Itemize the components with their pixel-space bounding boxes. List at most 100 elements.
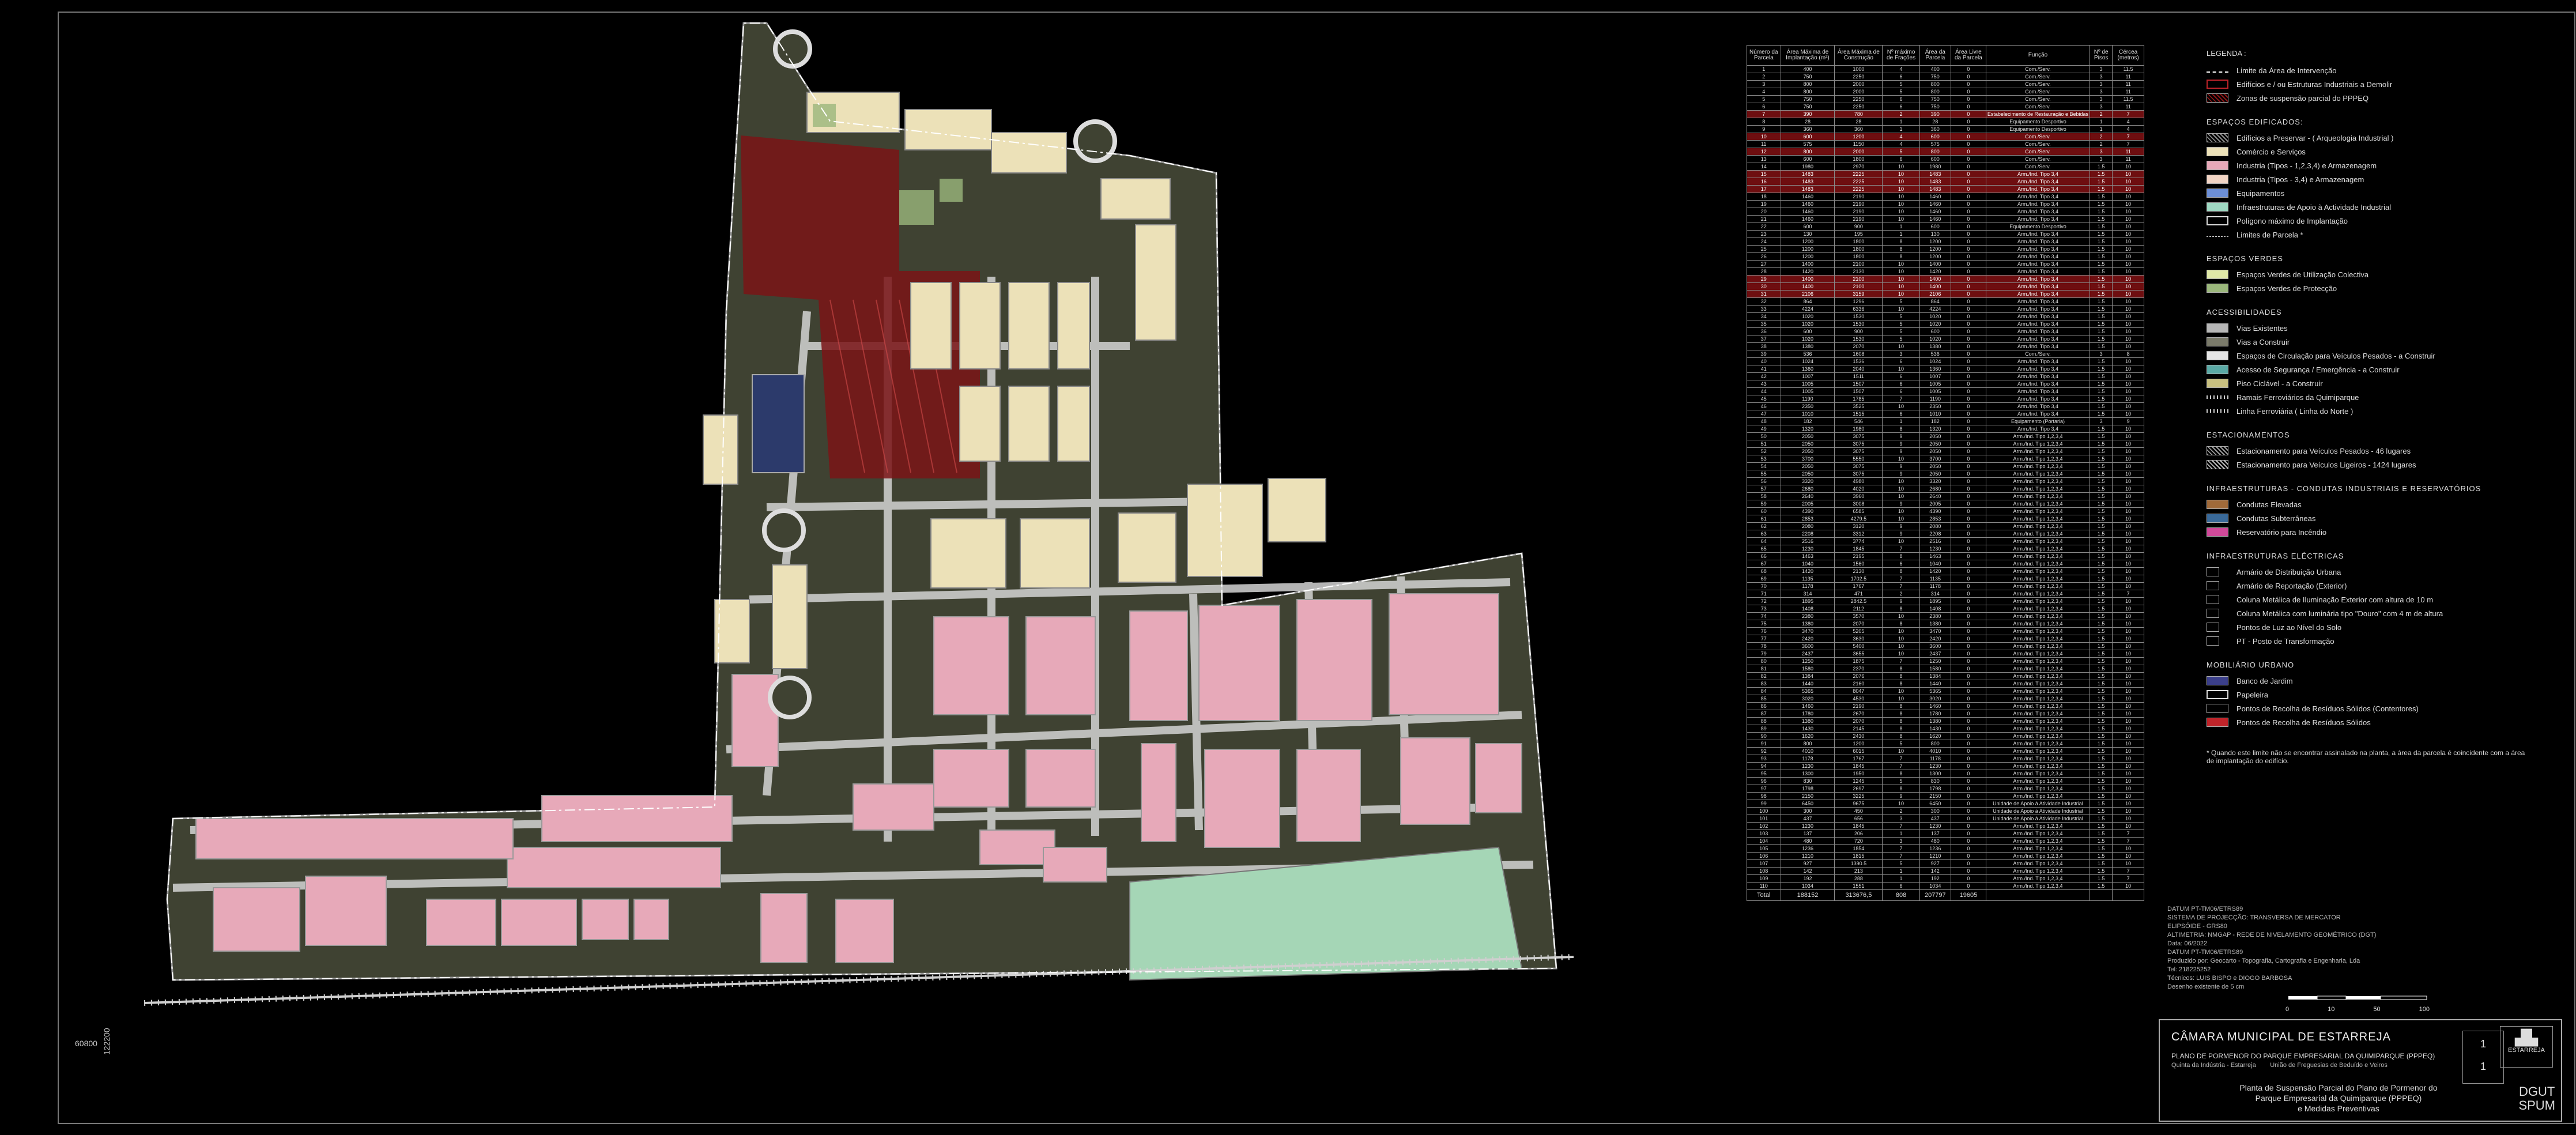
table-cell: 1400 xyxy=(1780,275,1835,283)
legend-item: Comércio e Serviços xyxy=(2207,145,2529,159)
table-cell: 1400 xyxy=(1919,260,1951,268)
table-cell: 1020 xyxy=(1919,312,1951,320)
table-cell: 98 xyxy=(1747,792,1781,800)
table-row: 17 1483 2225 10 1483 0 Arm./Ind. Tipo 3,4 1.5 10 xyxy=(1747,185,2144,193)
table-row: 63 2208 3312 9 2208 0 Arm./Ind. Tipo 1,2,3,4 1.… xyxy=(1747,530,2144,538)
table-cell: 1.5 xyxy=(2090,170,2113,178)
table-cell: 600 xyxy=(1919,327,1951,335)
table-cell: 3075 xyxy=(1834,447,1883,455)
table-cell: 60 xyxy=(1747,507,1781,515)
table-cell: 800 xyxy=(1780,80,1835,88)
table-cell: 21 xyxy=(1747,215,1781,223)
table-cell: Arm./Ind. Tipo 1,2,3,4 xyxy=(1985,537,2091,545)
table-cell: Arm./Ind. Tipo 1,2,3,4 xyxy=(1985,695,2091,703)
table-cell: 8 xyxy=(1882,672,1920,680)
table-cell: 3075 xyxy=(1834,462,1883,470)
table-row: 89 1430 2145 8 1430 0 Arm./Ind. Tipo 1,2,3,4 1.… xyxy=(1747,725,2144,733)
table-cell: 0 xyxy=(1950,485,1986,493)
table-row: 94 1230 1845 7 1230 0 Arm./Ind. Tipo 1,2,3,4 1.… xyxy=(1747,762,2144,770)
table-cell: 750 xyxy=(1780,95,1835,103)
table-cell: 3 xyxy=(2090,95,2113,103)
table-cell: 0 xyxy=(1950,185,1986,193)
table-cell: 0 xyxy=(1950,252,1986,261)
table-cell: 2076 xyxy=(1834,672,1883,680)
table-cell: 1000 xyxy=(1834,65,1883,73)
legend-label: Limites de Parcela * xyxy=(2236,230,2303,239)
table-cell: 101 xyxy=(1747,815,1781,823)
legend-green-title: ESPAÇOS VERDES xyxy=(2207,254,2283,263)
table-cell: 5 xyxy=(1882,312,1920,320)
table-cell: 3 xyxy=(2090,88,2113,96)
table-cell: 1507 xyxy=(1834,387,1883,395)
table-cell: 2190 xyxy=(1834,215,1883,223)
table-cell: 10 xyxy=(2112,372,2144,380)
table-cell: 1005 xyxy=(1919,387,1951,395)
table-cell: 0 xyxy=(1950,620,1986,628)
table-cell: 1210 xyxy=(1919,852,1951,860)
table-cell: 1320 xyxy=(1919,425,1951,433)
table-cell: 0 xyxy=(1950,215,1986,223)
table-cell: 2106 xyxy=(1919,290,1951,298)
totals-cell: 313676,5 xyxy=(1834,889,1883,901)
table-cell: 37 xyxy=(1747,335,1781,343)
table-cell: 11 xyxy=(1747,140,1781,148)
table-cell: 82 xyxy=(1747,672,1781,680)
table-cell: 1980 xyxy=(1780,163,1835,171)
table-cell: Arm./Ind. Tipo 3,4 xyxy=(1985,425,2091,433)
table-cell: 2145 xyxy=(1834,725,1883,733)
table-cell: 0 xyxy=(1950,282,1986,291)
table-cell: 11.5 xyxy=(2112,95,2144,103)
legend-item: Armário de Reportação (Exterior) xyxy=(2207,579,2529,593)
table-cell: 49 xyxy=(1747,425,1781,433)
table-cell: 7 xyxy=(1882,582,1920,590)
table-cell: 864 xyxy=(1919,297,1951,306)
table-cell: 1380 xyxy=(1919,717,1951,725)
table-cell: 0 xyxy=(1950,755,1986,763)
table-cell: Arm./Ind. Tipo 1,2,3,4 xyxy=(1985,680,2091,688)
table-cell: 1.5 xyxy=(2090,342,2113,350)
table-cell: 142 xyxy=(1780,867,1835,875)
legend-label: Limite da Área de Intervenção xyxy=(2236,66,2337,75)
table-cell: 600 xyxy=(1919,133,1951,141)
table-cell: 5 xyxy=(1882,148,1920,156)
table-cell: 1.5 xyxy=(2090,844,2113,853)
table-cell: 39 xyxy=(1747,350,1781,358)
table-cell: 10 xyxy=(2112,522,2144,530)
table-cell: 1040 xyxy=(1919,560,1951,568)
table-cell: 1530 xyxy=(1834,312,1883,320)
table-cell: 4390 xyxy=(1780,507,1835,515)
table-cell: 1430 xyxy=(1919,725,1951,733)
table-cell: 1854 xyxy=(1834,844,1883,853)
table-cell: 480 xyxy=(1919,837,1951,845)
table-cell: 2680 xyxy=(1780,485,1835,493)
table-cell: 4 xyxy=(1882,65,1920,73)
table-cell: 91 xyxy=(1747,740,1781,748)
table-cell: 5 xyxy=(1882,320,1920,328)
table-cell: 2190 xyxy=(1834,193,1883,201)
table-cell: 4390 xyxy=(1919,507,1951,515)
table-cell: 2350 xyxy=(1780,402,1835,410)
table-cell: 1.5 xyxy=(2090,230,2113,238)
table-header-cell: Área Livre da Parcela xyxy=(1950,45,1986,66)
table-cell: 1785 xyxy=(1834,395,1883,403)
table-cell: 1460 xyxy=(1780,200,1835,208)
table-cell: 2970 xyxy=(1834,163,1883,171)
table-cell: 6 xyxy=(1882,372,1920,380)
table-row: 99 6450 9675 10 6450 0 Unidade de Apoio à Ativ… xyxy=(1747,800,2144,808)
legend-item: Ramais Ferroviários da Quimiparque xyxy=(2207,390,2529,404)
table-cell: 8 xyxy=(1882,725,1920,733)
table-cell: 1.5 xyxy=(2090,252,2113,261)
table-cell: 1620 xyxy=(1780,732,1835,740)
table-cell: 1.5 xyxy=(2090,223,2113,231)
table-cell: 3 xyxy=(2090,65,2113,73)
table-cell: 1511 xyxy=(1834,372,1883,380)
table-header-cell: Área Máxima de Implantação (m²) xyxy=(1780,45,1835,66)
table-cell: 6 xyxy=(1882,95,1920,103)
table-row: 59 2005 3008 9 2005 0 Arm./Ind. Tipo 1,2,3,4 1.… xyxy=(1747,500,2144,508)
table-cell: 10 xyxy=(1882,305,1920,313)
table-row: 105 1236 1854 7 1236 0 Arm./Ind. Tipo 1,2,3,4 1… xyxy=(1747,844,2144,853)
table-cell: 1530 xyxy=(1834,335,1883,343)
totals-cell: 808 xyxy=(1882,889,1920,901)
tech-line: Técnicos: LUIS BISPO e DIOGO BARBOSA xyxy=(2167,975,2292,982)
table-cell: 3 xyxy=(2090,417,2113,425)
